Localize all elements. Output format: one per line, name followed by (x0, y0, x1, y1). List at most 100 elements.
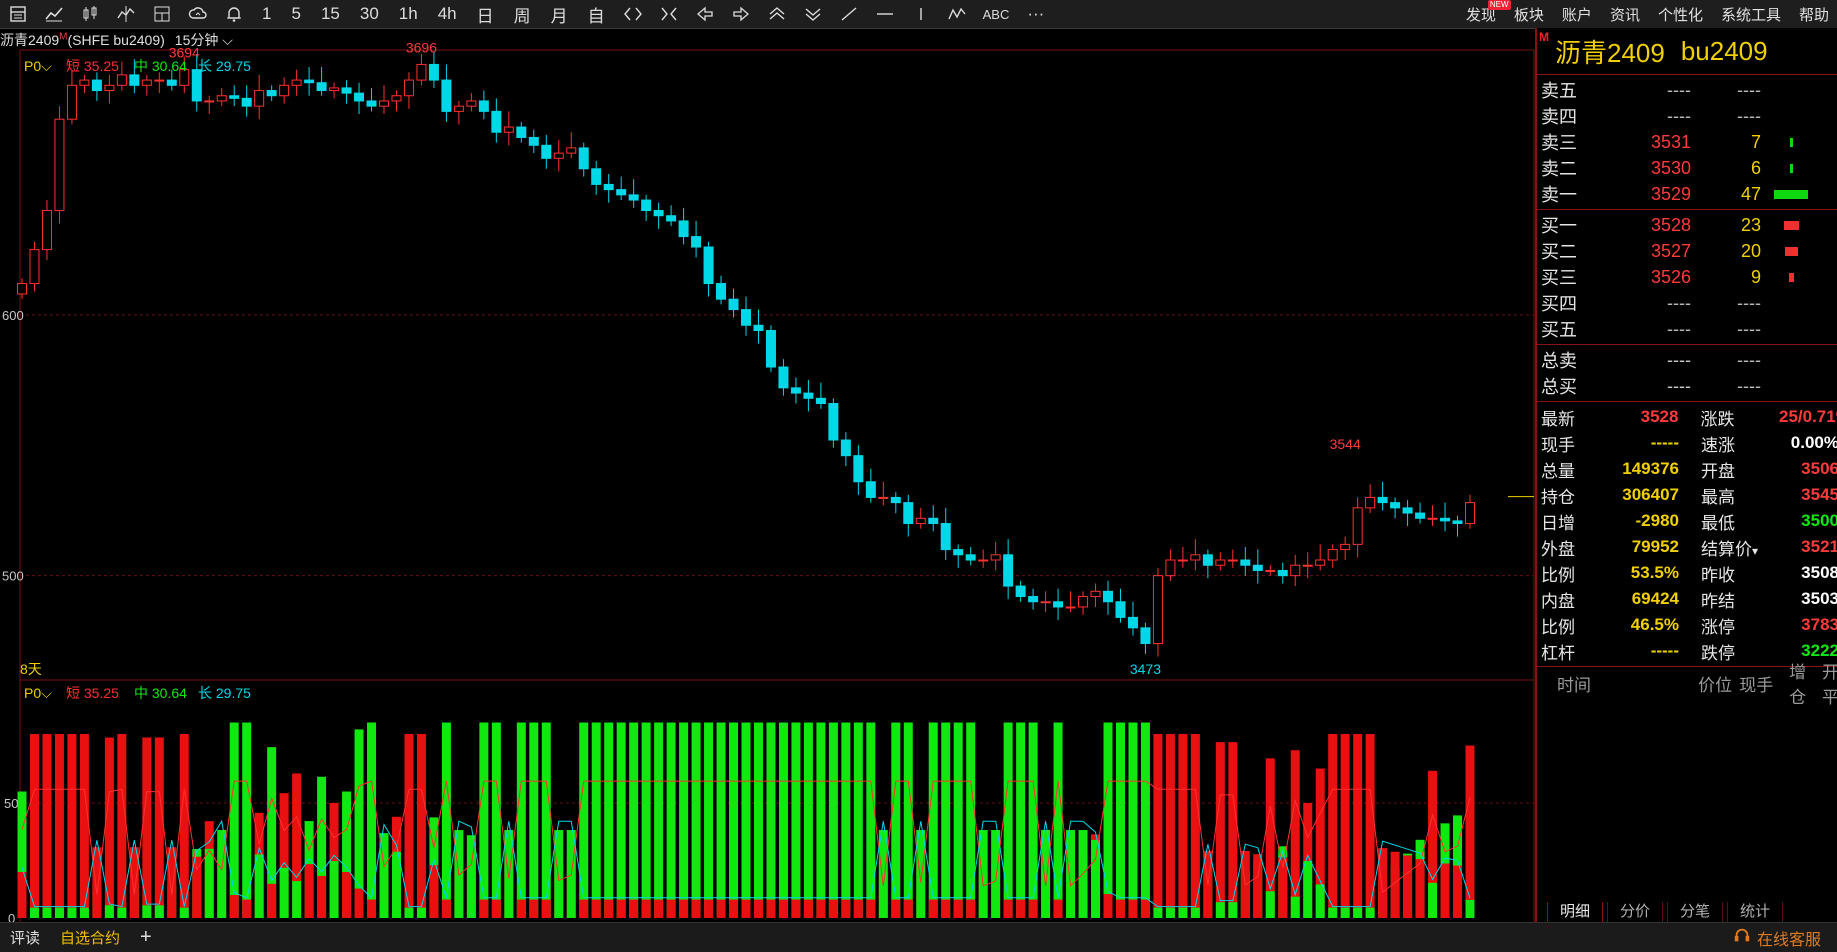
book-asks-row[interactable]: 卖三 3531 7 (1537, 129, 1837, 155)
add-tab-button[interactable]: + (130, 926, 162, 949)
period-month[interactable]: 月 (541, 0, 578, 28)
book-bids-price[interactable]: ---- (1601, 319, 1691, 340)
book-bids-row[interactable]: 买三 3526 9 (1537, 264, 1837, 290)
period-15m[interactable]: 15 (311, 0, 350, 28)
col-openclose[interactable]: 开平 (1806, 658, 1837, 708)
col-oi[interactable]: 增仓 (1773, 658, 1806, 708)
book-asks-row[interactable]: 卖二 3530 6 (1537, 155, 1837, 181)
menu-personalize[interactable]: 个性化 (1658, 4, 1703, 25)
hline-tool-icon[interactable] (867, 0, 903, 28)
book-asks-price[interactable]: 3529 (1601, 184, 1691, 205)
candle (703, 246, 714, 285)
quote-label: 比例 (1541, 617, 1575, 637)
book-bids-price[interactable]: 3528 (1601, 215, 1691, 236)
menu-account[interactable]: 账户 (1562, 4, 1592, 25)
trendline-tool-icon[interactable] (831, 0, 867, 28)
candle (1452, 520, 1463, 524)
book-bids-price[interactable]: ---- (1601, 293, 1691, 314)
indicator-bar (54, 734, 64, 918)
indicator-bar-inner (267, 883, 277, 918)
candle (591, 168, 602, 185)
cloud-sync-icon[interactable] (180, 0, 216, 28)
period-week[interactable]: 周 (504, 0, 541, 28)
more-button[interactable]: ··· (1017, 0, 1054, 28)
vline-tool-icon[interactable] (903, 0, 939, 28)
candle (1252, 564, 1263, 571)
wave-tool-icon[interactable] (939, 0, 975, 28)
book-asks-price[interactable]: 3531 (1601, 132, 1691, 153)
book-asks-row[interactable]: 卖四 ---- ---- (1537, 103, 1837, 129)
scroll-left-icon[interactable] (687, 0, 723, 28)
period-1m[interactable]: 1 (252, 0, 281, 28)
chevron-up-icon[interactable] (759, 0, 795, 28)
book-asks-row[interactable]: 卖五 ---- ---- (1537, 77, 1837, 103)
period-1h[interactable]: 1h (389, 0, 428, 28)
period-label: 15分钟 (174, 32, 219, 48)
text-tool-button[interactable]: ABC (975, 0, 1018, 28)
indicator-bar-inner (466, 835, 476, 918)
book-bids-price[interactable]: 3526 (1601, 267, 1691, 288)
menu-sectors[interactable]: 板块 (1514, 4, 1544, 25)
book-totals-row[interactable]: 总买 ---- ---- (1537, 373, 1837, 399)
candle (1315, 559, 1326, 566)
line-chart-icon[interactable] (36, 0, 72, 28)
indicator-bar (1353, 734, 1363, 918)
col-time[interactable]: 时间 (1537, 671, 1606, 696)
book-totals-row[interactable]: 总卖 ---- ---- (1537, 347, 1837, 373)
menu-system-tools[interactable]: 系统工具 (1721, 4, 1781, 25)
col-qty[interactable]: 现手 (1732, 671, 1773, 696)
tab-detail[interactable]: 明细 (1547, 901, 1604, 923)
book-bids-price[interactable]: 3527 (1601, 241, 1691, 262)
chart-area[interactable]: 600 500 3694 3696 3544 3473 P0⌵ 短 35.25 中 30.64 长… (0, 28, 1535, 923)
period-4h[interactable]: 4h (428, 0, 467, 28)
book-asks-price[interactable]: ---- (1601, 106, 1691, 127)
quote-value: 53.5% (1630, 563, 1679, 582)
period-selector[interactable]: 15分钟 ⌵ (175, 30, 233, 50)
book-bids-row[interactable]: 买二 3527 20 (1537, 238, 1837, 264)
kline-chart[interactable]: 6005003694 369635443473P0⌵ 短 35.25 中 30.64 长… (0, 28, 1535, 923)
dropdown-arrow-icon[interactable]: ▾ (1752, 544, 1758, 558)
book-bids-row[interactable]: 买四 ---- ---- (1537, 290, 1837, 316)
chevron-down-icon[interactable] (795, 0, 831, 28)
stats-icon[interactable] (144, 0, 180, 28)
menu-news[interactable]: 资讯 (1610, 4, 1640, 25)
zoom-in-icon[interactable] (615, 0, 651, 28)
legend-mid-ma: 中 30.64 (134, 58, 187, 74)
indicator-bar (729, 722, 739, 918)
period-day[interactable]: 日 (467, 0, 504, 28)
book-totals-price[interactable]: ---- (1601, 376, 1691, 397)
menu-help[interactable]: 帮助 (1799, 4, 1829, 25)
period-custom[interactable]: 自 (578, 0, 615, 28)
online-service-button[interactable]: 在线客服 (1733, 923, 1821, 952)
period-5m[interactable]: 5 (281, 0, 310, 28)
candle (1402, 507, 1413, 514)
book-totals-price[interactable]: ---- (1601, 350, 1691, 371)
tab-stats[interactable]: 统计 (1727, 901, 1784, 923)
book-asks-row[interactable]: 卖一 3529 47 (1537, 181, 1837, 207)
book-asks-price[interactable]: ---- (1601, 80, 1691, 101)
candlestick-icon[interactable] (72, 0, 108, 28)
candle (1152, 575, 1163, 644)
period-30m[interactable]: 30 (350, 0, 389, 28)
candle (628, 194, 639, 201)
high-price-label: 3696 (406, 39, 437, 55)
book-bids-row[interactable]: 买五 ---- ---- (1537, 316, 1837, 342)
menu-discover[interactable]: 发现 NEW (1466, 0, 1511, 25)
split-chart-icon[interactable] (108, 0, 144, 28)
quote-label: 最高 (1679, 483, 1780, 508)
col-price[interactable]: 价位 (1666, 671, 1732, 696)
book-asks-price[interactable]: 3530 (1601, 158, 1691, 179)
book-bids-row[interactable]: 买一 3528 23 (1537, 212, 1837, 238)
candle (1053, 601, 1064, 608)
tab-price-dist[interactable]: 分价 (1607, 901, 1664, 923)
indicator-bar-inner (1178, 907, 1188, 918)
menu-icon[interactable] (0, 0, 36, 28)
zoom-out-icon[interactable] (651, 0, 687, 28)
alert-icon[interactable] (216, 0, 252, 28)
book-bids-label: 买四 (1541, 294, 1577, 314)
status-left[interactable]: 评读 (0, 927, 50, 948)
scroll-right-icon[interactable] (723, 0, 759, 28)
quote-row: 总量 149376 开盘 3506 (1537, 456, 1837, 482)
watchlist-tab[interactable]: 自选合约 (50, 927, 130, 948)
tab-tick[interactable]: 分笔 (1667, 901, 1724, 923)
